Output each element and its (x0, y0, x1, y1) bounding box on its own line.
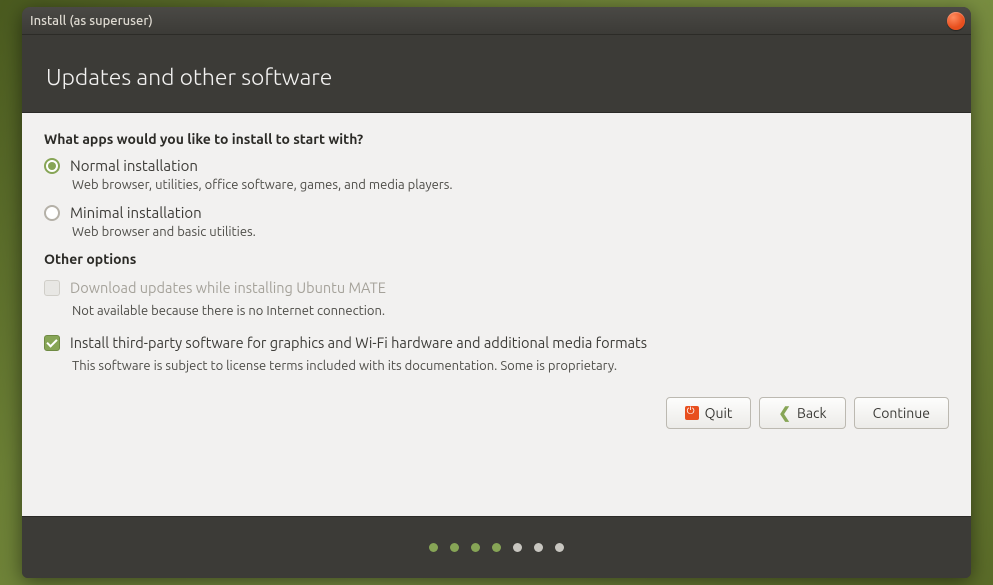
power-icon (685, 406, 699, 420)
content-area: What apps would you like to install to s… (22, 112, 971, 516)
download-updates-option: Download updates while installing Ubuntu… (44, 279, 949, 298)
progress-dot (471, 543, 480, 552)
chevron-left-icon: ❮ (778, 404, 791, 422)
third-party-option[interactable]: Install third-party software for graphic… (44, 334, 949, 353)
normal-install-label: Normal installation (70, 157, 198, 174)
progress-dot (534, 543, 543, 552)
progress-dot (450, 543, 459, 552)
window-title: Install (as superuser) (30, 14, 153, 28)
progress-dot (513, 543, 522, 552)
minimal-install-desc: Web browser and basic utilities. (72, 225, 949, 239)
installer-window: Install (as superuser) Updates and other… (22, 7, 971, 578)
titlebar: Install (as superuser) (22, 7, 971, 35)
minimal-install-option[interactable]: Minimal installation (44, 204, 949, 221)
progress-dots (22, 516, 971, 578)
download-updates-desc: Not available because there is no Intern… (72, 304, 949, 318)
progress-dot (429, 543, 438, 552)
other-options-title: Other options (44, 251, 949, 267)
normal-install-desc: Web browser, utilities, office software,… (72, 178, 949, 192)
third-party-checkbox[interactable] (44, 335, 60, 351)
download-updates-label: Download updates while installing Ubuntu… (70, 279, 386, 298)
download-updates-checkbox (44, 280, 60, 296)
continue-button-label: Continue (873, 405, 930, 421)
normal-install-option[interactable]: Normal installation (44, 157, 949, 174)
back-button[interactable]: ❮ Back (759, 397, 845, 429)
progress-dot (492, 543, 501, 552)
back-button-label: Back (797, 405, 827, 421)
install-question: What apps would you like to install to s… (44, 131, 949, 147)
header: Updates and other software (22, 35, 971, 112)
page-title: Updates and other software (46, 65, 947, 90)
minimal-install-radio[interactable] (44, 205, 60, 221)
third-party-label: Install third-party software for graphic… (70, 334, 647, 353)
normal-install-radio[interactable] (44, 158, 60, 174)
progress-dot (555, 543, 564, 552)
continue-button[interactable]: Continue (854, 397, 949, 429)
close-button[interactable] (947, 12, 965, 30)
minimal-install-label: Minimal installation (70, 204, 202, 221)
quit-button[interactable]: Quit (666, 397, 752, 429)
third-party-desc: This software is subject to license term… (72, 359, 949, 373)
quit-button-label: Quit (705, 405, 733, 421)
button-bar: Quit ❮ Back Continue (44, 397, 949, 429)
